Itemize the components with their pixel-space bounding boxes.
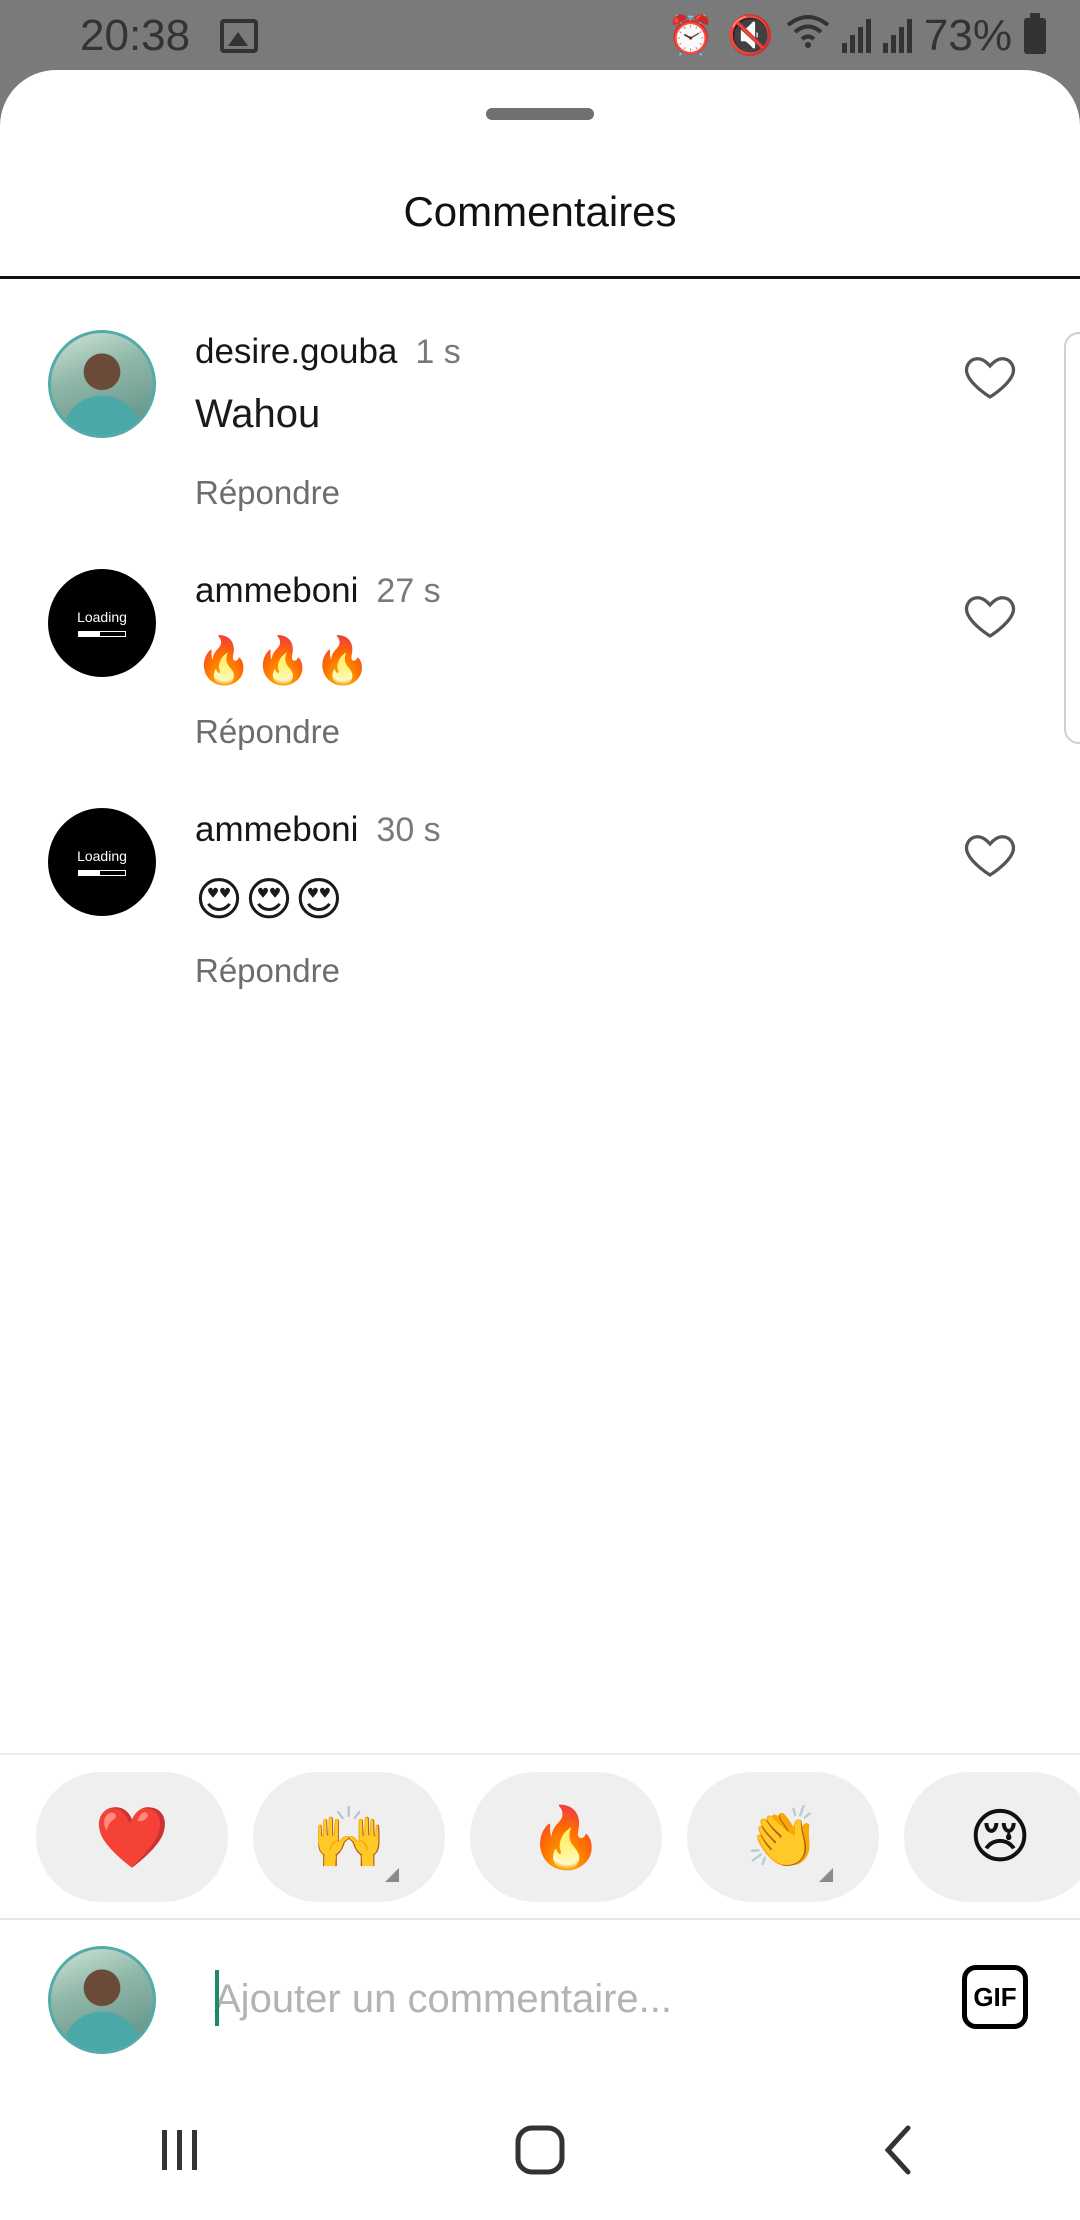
battery-percentage: 73% (923, 11, 1012, 60)
loading-bar (78, 631, 126, 637)
avatar[interactable]: Loading (48, 569, 156, 677)
drag-handle[interactable] (486, 108, 594, 120)
reply-button[interactable]: Répondre (195, 713, 340, 751)
quick-reactions: ❤️ 🙌 🔥 👏 😢 (36, 1772, 1080, 1902)
reaction-fire-button[interactable]: 🔥 (470, 1772, 662, 1902)
home-button[interactable] (480, 2110, 600, 2190)
reaction-clap-button[interactable]: 👏 (687, 1772, 879, 1902)
reply-button[interactable]: Répondre (195, 474, 340, 512)
heart-icon[interactable] (962, 826, 1018, 882)
reaction-emoji: 🙌 (311, 1803, 387, 1871)
comment-header: ammeboni 30 s (195, 810, 441, 850)
loading-bar (78, 870, 126, 876)
comment-item: Loading ammeboni 30 s 😍😍😍 Répondre (0, 776, 1080, 989)
header-divider (0, 276, 1080, 279)
composer-divider (0, 1918, 1080, 1920)
comment-username[interactable]: ammeboni (195, 810, 358, 849)
comment-timestamp: 1 s (415, 333, 461, 371)
comment-header: desire.gouba 1 s (195, 332, 461, 372)
avatar[interactable] (48, 330, 156, 438)
comment-username[interactable]: desire.gouba (195, 332, 397, 371)
reactions-divider (0, 1753, 1080, 1755)
signal-icon (882, 19, 912, 53)
battery-icon (1024, 13, 1046, 54)
skin-tone-indicator (819, 1868, 833, 1882)
comment-timestamp: 27 s (376, 572, 441, 610)
image-icon (220, 19, 259, 53)
reaction-crying-button[interactable]: 😢 (904, 1772, 1080, 1902)
page-title: Commentaires (403, 188, 677, 235)
heart-icon[interactable] (962, 348, 1018, 404)
gif-button[interactable]: GIF (962, 1965, 1028, 2029)
comment-text: Wahou (195, 392, 321, 436)
avatar-loading-text: Loading (77, 848, 127, 864)
avatar-loading-text: Loading (77, 609, 127, 625)
reaction-raised-hands-button[interactable]: 🙌 (253, 1772, 445, 1902)
comment-header: ammeboni 27 s (195, 571, 441, 611)
skin-tone-indicator (385, 1868, 399, 1882)
comment-text: 😍😍😍 (195, 873, 345, 925)
reaction-emoji: 👏 (745, 1803, 821, 1871)
heart-icon[interactable] (962, 587, 1018, 643)
comment-item: desire.gouba 1 s Wahou Répondre (0, 298, 1080, 511)
status-bar: 20:38 ⏰ 🔇 73% (0, 0, 1080, 72)
status-icons: ⏰ 🔇 73% (667, 11, 1046, 61)
back-button[interactable] (840, 2110, 960, 2190)
avatar (48, 1946, 156, 2054)
comment-username[interactable]: ammeboni (195, 571, 358, 610)
reaction-heart-button[interactable]: ❤️ (36, 1772, 228, 1902)
signal-icon (841, 19, 871, 53)
wifi-icon (786, 13, 830, 59)
comment-timestamp: 30 s (376, 811, 441, 849)
avatar[interactable]: Loading (48, 808, 156, 916)
mute-icon: 🔇 (726, 15, 774, 57)
comment-item: Loading ammeboni 27 s 🔥🔥🔥 Répondre (0, 537, 1080, 750)
navigation-bar (0, 2080, 1080, 2220)
home-icon (515, 2125, 565, 2175)
alarm-icon: ⏰ (667, 15, 715, 57)
recent-apps-icon (162, 2130, 197, 2170)
reply-button[interactable]: Répondre (195, 952, 340, 990)
recent-apps-button[interactable] (120, 2110, 240, 2190)
comment-text: 🔥🔥🔥 (195, 634, 373, 686)
comment-input[interactable] (214, 1964, 934, 2034)
back-icon (884, 2125, 911, 2175)
text-cursor (215, 1970, 219, 2026)
status-time: 20:38 (80, 11, 191, 60)
